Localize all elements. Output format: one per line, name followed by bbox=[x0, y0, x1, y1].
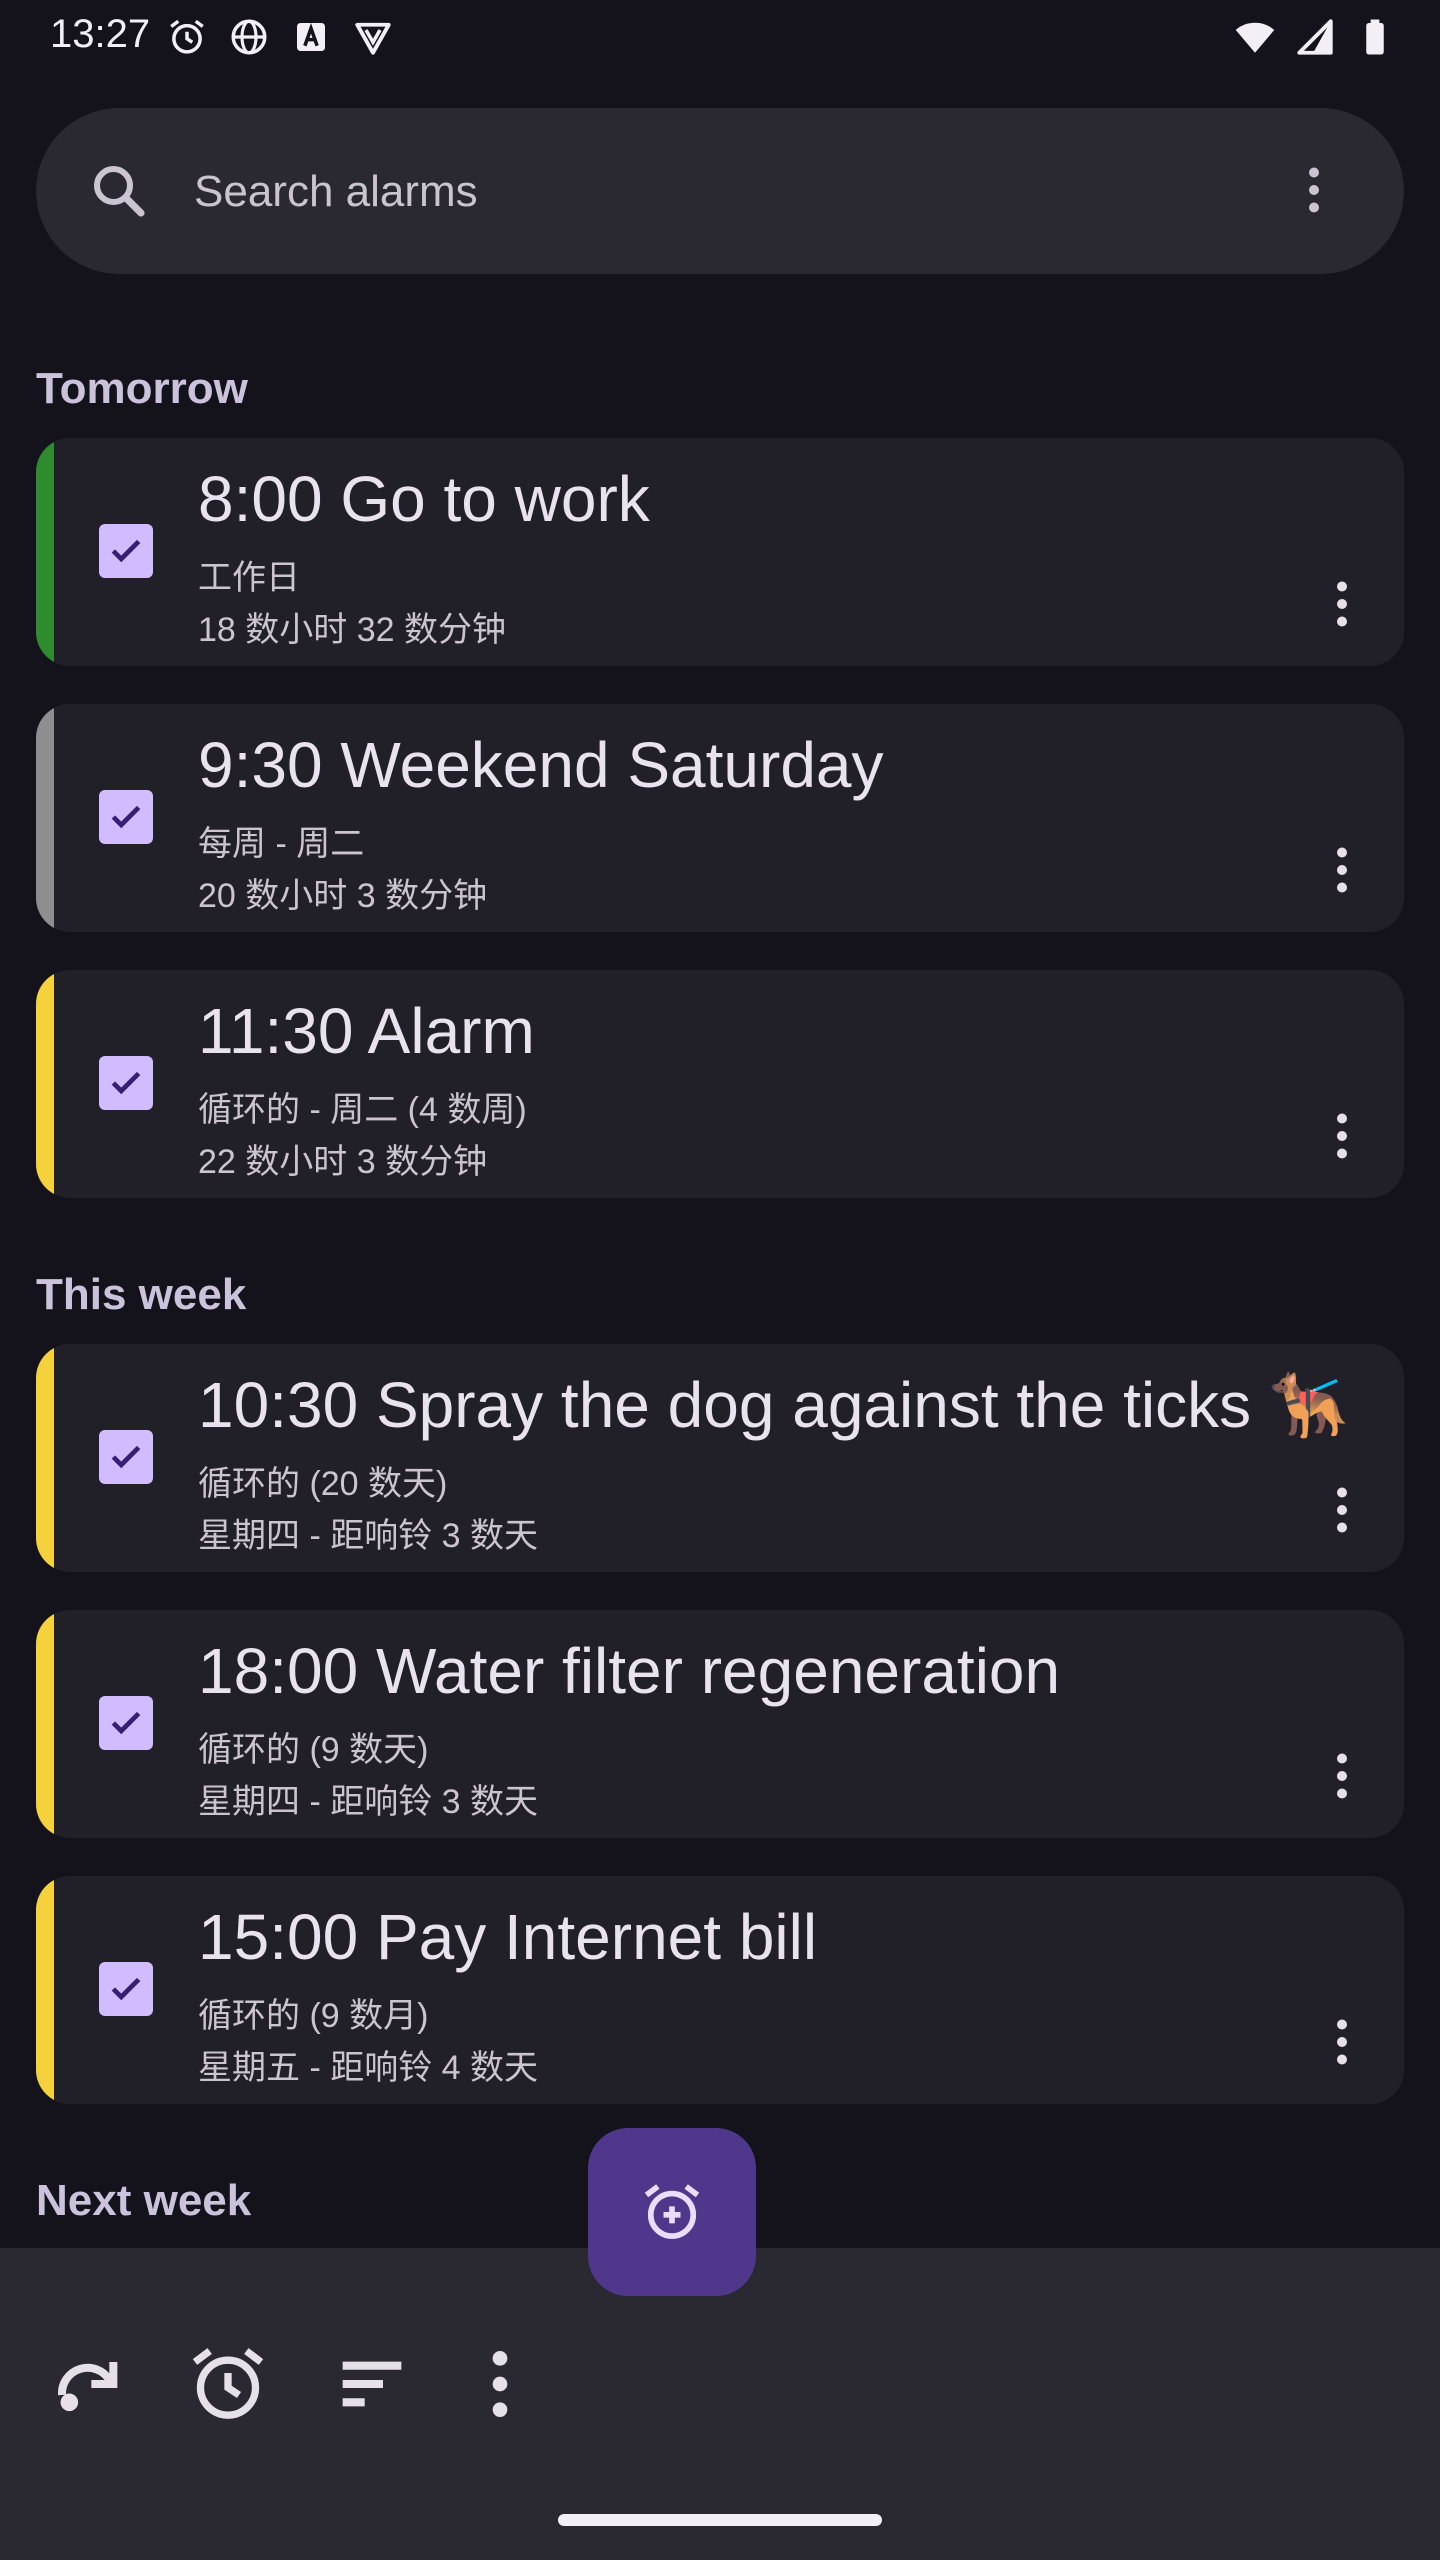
alarm-color-strip bbox=[36, 1344, 54, 1572]
check-icon bbox=[111, 1445, 141, 1469]
alarm-enabled-checkbox[interactable] bbox=[99, 1430, 153, 1484]
check-icon bbox=[111, 539, 141, 563]
alarm-enabled-checkbox[interactable] bbox=[99, 1962, 153, 2016]
alarm-color-strip bbox=[36, 1610, 54, 1838]
alarm-color-strip bbox=[36, 970, 54, 1198]
alarm-color-strip bbox=[36, 438, 54, 666]
check-icon bbox=[111, 1711, 141, 1735]
alarm-time-remaining: 18 数小时 32 数分钟 bbox=[198, 611, 506, 649]
alarm-clock-icon[interactable] bbox=[184, 2340, 272, 2428]
more-vert-icon[interactable] bbox=[1320, 840, 1364, 900]
status-time: 13:27 bbox=[50, 12, 151, 56]
home-indicator bbox=[558, 2514, 882, 2526]
alarm-time-remaining: 22 数小时 3 数分钟 bbox=[198, 1143, 488, 1181]
alarm-time-remaining: 星期四 - 距响铃 3 数天 bbox=[198, 1517, 539, 1555]
status-bar: 13:27 bbox=[0, 0, 1440, 72]
status-right-icons bbox=[1234, 16, 1396, 58]
alarm-title: 10:30 Spray the dog against the ticks 🐕‍… bbox=[198, 1369, 1349, 1441]
alarm-card[interactable]: 15:00 Pay Internet bill 循环的 (9 数月) 星期五 -… bbox=[36, 1876, 1404, 2104]
search-bar[interactable] bbox=[36, 108, 1404, 274]
globe-icon bbox=[231, 19, 267, 55]
alarm-card[interactable]: 10:30 Spray the dog against the ticks 🐕‍… bbox=[36, 1344, 1404, 1572]
alarm-title: 9:30 Weekend Saturday bbox=[198, 729, 884, 801]
battery-icon bbox=[1366, 19, 1384, 55]
add-alarm-button[interactable] bbox=[588, 2128, 756, 2296]
section-header-next-week: Next week bbox=[36, 2176, 252, 2225]
alarm-color-strip bbox=[36, 1876, 54, 2104]
more-vert-icon[interactable] bbox=[1320, 574, 1364, 634]
more-vert-icon[interactable] bbox=[1284, 160, 1344, 220]
more-vert-icon[interactable] bbox=[1320, 1746, 1364, 1806]
alarm-title: 18:00 Water filter regeneration bbox=[198, 1635, 1061, 1707]
more-vert-icon[interactable] bbox=[456, 2340, 544, 2428]
shield-v-icon bbox=[355, 22, 391, 55]
alarm-time-remaining: 星期五 - 距响铃 4 数天 bbox=[198, 2049, 539, 2087]
wifi-icon bbox=[1235, 22, 1275, 53]
alarm-card[interactable]: 8:00 Go to work 工作日 18 数小时 32 数分钟 bbox=[36, 438, 1404, 666]
alarm-repeat: 每周 - 周二 bbox=[198, 825, 365, 863]
check-icon bbox=[111, 1071, 141, 1095]
alarm-repeat: 循环的 (9 数月) bbox=[198, 1997, 429, 2035]
alarm-repeat: 循环的 - 周二 (4 数周) bbox=[198, 1091, 527, 1129]
alarm-add-icon bbox=[644, 2184, 700, 2239]
skip-redo-icon[interactable] bbox=[40, 2340, 128, 2428]
check-icon bbox=[111, 805, 141, 829]
alarm-enabled-checkbox[interactable] bbox=[99, 790, 153, 844]
more-vert-icon[interactable] bbox=[1320, 2012, 1364, 2072]
alarm-enabled-checkbox[interactable] bbox=[99, 1696, 153, 1750]
search-input[interactable] bbox=[192, 158, 1236, 226]
section-header-this-week: This week bbox=[36, 1270, 247, 1319]
alarm-title: 8:00 Go to work bbox=[198, 463, 650, 535]
alarm-card[interactable]: 9:30 Weekend Saturday 每周 - 周二 20 数小时 3 数… bbox=[36, 704, 1404, 932]
alarm-repeat: 循环的 (20 数天) bbox=[198, 1465, 448, 1503]
alarm-time-remaining: 20 数小时 3 数分钟 bbox=[198, 877, 488, 915]
search-icon bbox=[93, 165, 145, 217]
status-left-icons bbox=[166, 16, 394, 58]
check-icon bbox=[111, 1977, 141, 2001]
more-vert-icon[interactable] bbox=[1320, 1106, 1364, 1166]
signal-icon bbox=[1297, 19, 1333, 55]
sort-icon[interactable] bbox=[328, 2340, 416, 2428]
alarm-time-remaining: 星期四 - 距响铃 3 数天 bbox=[198, 1783, 539, 1821]
alarm-repeat: 循环的 (9 数天) bbox=[198, 1731, 429, 1769]
alarm-title: 15:00 Pay Internet bill bbox=[198, 1901, 818, 1973]
alarm-icon bbox=[170, 19, 204, 54]
font-a-icon bbox=[297, 22, 325, 51]
alarm-title: 11:30 Alarm bbox=[198, 995, 535, 1067]
more-vert-icon[interactable] bbox=[1320, 1480, 1364, 1540]
alarm-card[interactable]: 11:30 Alarm 循环的 - 周二 (4 数周) 22 数小时 3 数分钟 bbox=[36, 970, 1404, 1198]
alarm-color-strip bbox=[36, 704, 54, 932]
alarm-enabled-checkbox[interactable] bbox=[99, 1056, 153, 1110]
alarm-repeat: 工作日 bbox=[198, 559, 300, 597]
alarm-card[interactable]: 18:00 Water filter regeneration 循环的 (9 数… bbox=[36, 1610, 1404, 1838]
alarm-enabled-checkbox[interactable] bbox=[99, 524, 153, 578]
section-header-tomorrow: Tomorrow bbox=[36, 364, 248, 413]
